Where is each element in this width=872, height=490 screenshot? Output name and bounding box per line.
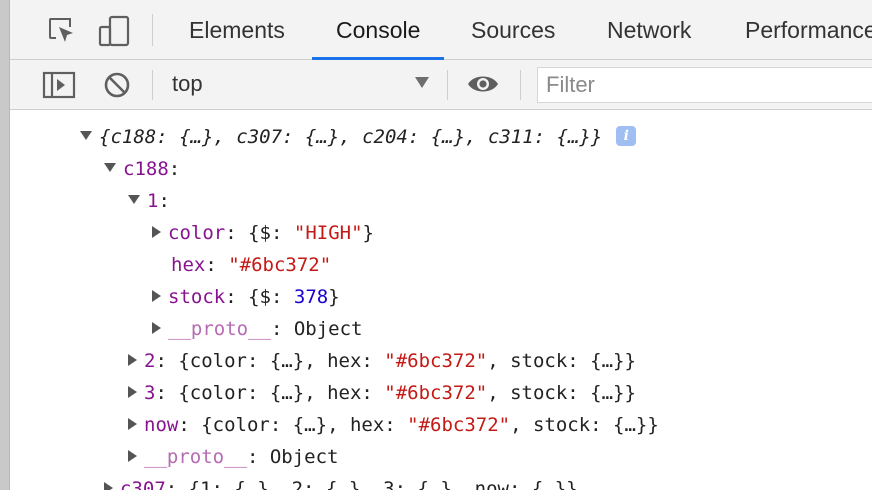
property-key: hex — [171, 254, 206, 276]
property-key: c307 — [120, 478, 166, 490]
value-text: } — [362, 222, 374, 244]
property-key: 1 — [147, 190, 159, 212]
colon: : — [168, 158, 181, 180]
eye-icon[interactable] — [466, 72, 500, 101]
tab-console[interactable]: Console — [312, 0, 445, 60]
inspect-element-icon[interactable] — [46, 15, 76, 50]
filter-input[interactable] — [537, 67, 872, 103]
string-value: "#6bc372" — [228, 254, 332, 276]
tree-row-3[interactable]: 3: {color: {…}, hex: "#6bc372", stock: {… — [128, 377, 636, 409]
info-icon[interactable]: i — [616, 125, 637, 146]
tree-row-hex: hex: "#6bc372" — [171, 249, 331, 281]
value-text: , stock: {…}} — [487, 350, 636, 372]
colon: : — [165, 478, 178, 490]
console-toolbar: top — [10, 60, 872, 110]
value-text: {color: {…}, hex: — [201, 414, 408, 436]
value-text: {color: {…}, hex: — [178, 382, 385, 404]
toolbar-divider — [520, 70, 521, 100]
value-text: {$: — [248, 286, 294, 308]
property-key: stock — [168, 286, 226, 308]
tree-row-stock[interactable]: stock: {$: 378} — [152, 281, 340, 313]
property-key: 3 — [144, 382, 156, 404]
collapsed-triangle-icon[interactable] — [128, 385, 137, 398]
context-selector[interactable]: top — [172, 71, 203, 97]
colon: : — [225, 286, 237, 308]
expand-triangle-icon[interactable] — [104, 163, 116, 172]
value-text: , stock: {…}} — [510, 414, 659, 436]
value-text: } — [328, 286, 340, 308]
clear-console-icon[interactable] — [102, 70, 132, 105]
string-value: "#6bc372" — [407, 414, 511, 436]
collapsed-triangle-icon[interactable] — [152, 289, 161, 302]
colon: : — [155, 382, 167, 404]
tree-row-color[interactable]: color: {$: "HIGH"} — [152, 217, 374, 249]
colon: : — [178, 414, 190, 436]
root-object-summary: {c188: {…}, c307: {…}, c204: {…}, c311: … — [99, 126, 603, 148]
property-key: now — [144, 414, 179, 436]
tab-sources[interactable]: Sources — [471, 0, 555, 60]
tree-row-2[interactable]: 2: {color: {…}, hex: "#6bc372", stock: {… — [128, 345, 636, 377]
collapsed-triangle-icon[interactable] — [128, 417, 137, 430]
toolbar-divider — [152, 70, 153, 100]
expand-triangle-icon[interactable] — [80, 131, 92, 140]
toolbar-divider — [152, 14, 153, 46]
collapsed-triangle-icon[interactable] — [152, 225, 161, 238]
tree-row-c307[interactable]: c307: {1: {…}, 2: {…}, 3: {…}, now: {…}} — [104, 473, 578, 490]
device-toolbar-icon[interactable] — [98, 15, 132, 52]
property-key: 2 — [144, 350, 156, 372]
tab-network[interactable]: Network — [607, 0, 691, 60]
tree-row-proto[interactable]: __proto__: Object — [128, 441, 339, 473]
collapsed-triangle-icon[interactable] — [152, 321, 161, 334]
tree-row-proto[interactable]: __proto__: Object — [152, 313, 363, 345]
proto-key: __proto__ — [144, 446, 247, 468]
root-object-line[interactable]: {c188: {…}, c307: {…}, c204: {…}, c311: … — [80, 121, 637, 153]
colon: : — [205, 254, 217, 276]
value-text: , stock: {…}} — [487, 382, 636, 404]
tree-row-c188[interactable]: c188: — [104, 153, 180, 185]
console-output: {c188: {…}, c307: {…}, c204: {…}, c311: … — [10, 111, 872, 490]
devtools-tabbar: Elements Console Sources Network Perform… — [10, 0, 872, 60]
colon: : — [246, 446, 259, 468]
collapsed-triangle-icon[interactable] — [128, 353, 137, 366]
number-value: 378 — [293, 286, 329, 308]
colon: : — [225, 222, 237, 244]
value-text: {1: {…}, 2: {…}, 3: {…}, now: {…}} — [188, 478, 578, 490]
value-text: {$: — [248, 222, 294, 244]
chevron-down-icon[interactable] — [415, 77, 429, 88]
proto-key: __proto__ — [168, 318, 271, 340]
console-sidebar-icon[interactable] — [42, 71, 76, 104]
value-text: Object — [293, 318, 363, 340]
left-panel-edge — [0, 0, 10, 490]
colon: : — [155, 350, 167, 372]
tab-performance[interactable]: Performance — [745, 0, 872, 60]
string-value: "#6bc372" — [384, 382, 488, 404]
value-text: {color: {…}, hex: — [178, 350, 385, 372]
collapsed-triangle-icon[interactable] — [104, 481, 113, 490]
toolbar-divider — [447, 70, 448, 100]
property-key: color — [168, 222, 226, 244]
property-key: c188 — [123, 158, 169, 180]
tree-row-1[interactable]: 1: — [128, 185, 170, 217]
expand-triangle-icon[interactable] — [128, 195, 140, 204]
colon: : — [270, 318, 283, 340]
colon: : — [158, 190, 170, 212]
collapsed-triangle-icon[interactable] — [128, 449, 137, 462]
value-text: Object — [269, 446, 339, 468]
string-value: "HIGH" — [293, 222, 363, 244]
string-value: "#6bc372" — [384, 350, 488, 372]
tree-row-now[interactable]: now: {color: {…}, hex: "#6bc372", stock:… — [128, 409, 659, 441]
tab-elements[interactable]: Elements — [189, 0, 285, 60]
